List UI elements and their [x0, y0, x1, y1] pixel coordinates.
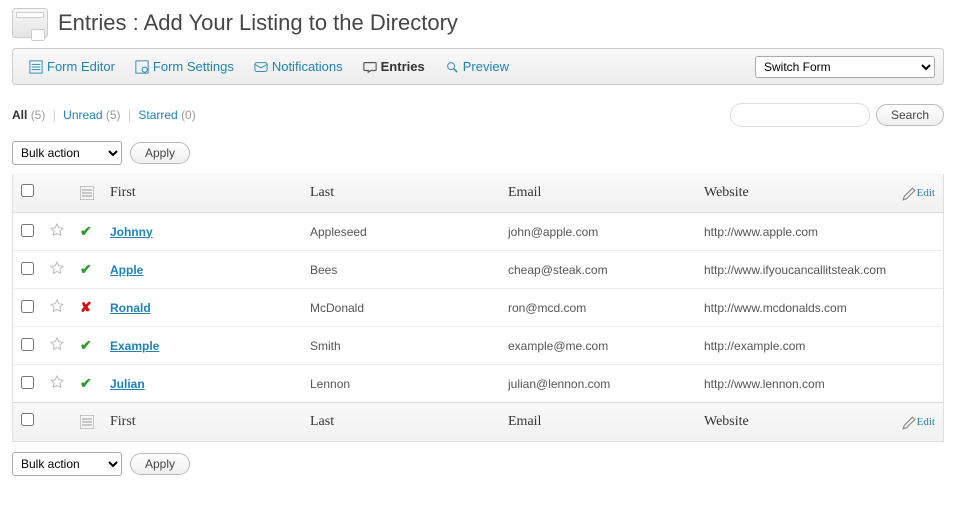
- toolbar-label: Form Editor: [47, 59, 115, 74]
- entry-first-link[interactable]: Ronald: [110, 301, 151, 315]
- toolbar-entries[interactable]: Entries: [355, 55, 433, 78]
- table-row: ✔ Apple Beescheap@steak.comhttp://www.ifyo…: [13, 251, 944, 289]
- preview-icon: [445, 60, 459, 74]
- col-footer-website: Website: [696, 403, 894, 442]
- entry-last: Bees: [302, 251, 500, 289]
- star-icon[interactable]: [50, 375, 64, 389]
- col-header-last[interactable]: Last: [302, 174, 500, 213]
- check-icon: ✔: [80, 261, 92, 277]
- check-icon: ✔: [80, 223, 92, 239]
- edit-columns-link-bottom[interactable]: Edit: [902, 416, 936, 428]
- pencil-icon: [902, 187, 914, 199]
- entry-first-link[interactable]: Apple: [110, 263, 143, 277]
- search-input[interactable]: [730, 103, 870, 127]
- toolbar: Form Editor Form Settings Notifications …: [12, 48, 944, 85]
- apply-button-bottom[interactable]: Apply: [130, 453, 190, 475]
- entry-first-link[interactable]: Example: [110, 339, 159, 353]
- col-footer-last: Last: [302, 403, 500, 442]
- row-checkbox[interactable]: [21, 376, 34, 389]
- check-icon: ✔: [80, 337, 92, 353]
- row-checkbox[interactable]: [21, 224, 34, 237]
- star-icon[interactable]: [50, 337, 64, 351]
- table-row: ✔ Julian Lennonjulian@lennon.comhttp://www…: [13, 365, 944, 403]
- toolbar-form-settings[interactable]: Form Settings: [127, 55, 242, 78]
- apply-button-top[interactable]: Apply: [130, 142, 190, 164]
- col-footer-email: Email: [500, 403, 696, 442]
- notifications-icon: [254, 60, 268, 74]
- entry-website: http://www.apple.com: [696, 213, 944, 251]
- entry-last: Smith: [302, 327, 500, 365]
- entry-email: julian@lennon.com: [500, 365, 696, 403]
- list-icon: [80, 415, 94, 429]
- col-footer-first: First: [102, 403, 302, 442]
- entry-last: Appleseed: [302, 213, 500, 251]
- entries-table: First Last Email Website Edit ✔ Johnny App…: [12, 173, 944, 442]
- row-checkbox[interactable]: [21, 300, 34, 313]
- filter-links: All (5) | Unread (5) | Starred (0): [12, 108, 196, 122]
- col-header-website[interactable]: Website: [696, 174, 894, 213]
- pencil-icon: [902, 416, 914, 428]
- list-icon: [80, 186, 94, 200]
- entry-email: example@me.com: [500, 327, 696, 365]
- entry-website: http://www.ifyoucancallitsteak.com: [696, 251, 944, 289]
- toolbar-form-editor[interactable]: Form Editor: [21, 55, 123, 78]
- entries-icon: [363, 60, 377, 74]
- form-editor-icon: [29, 60, 43, 74]
- entry-email: cheap@steak.com: [500, 251, 696, 289]
- form-icon: [12, 8, 48, 38]
- entry-email: ron@mcd.com: [500, 289, 696, 327]
- table-row: ✔ Example Smithexample@me.comhttp://exampl…: [13, 327, 944, 365]
- table-row: ✔ Johnny Appleseedjohn@apple.comhttp://www…: [13, 213, 944, 251]
- toolbar-label: Notifications: [272, 59, 343, 74]
- form-settings-icon: [135, 60, 149, 74]
- entry-email: john@apple.com: [500, 213, 696, 251]
- x-icon: ✘: [80, 299, 92, 315]
- row-checkbox[interactable]: [21, 262, 34, 275]
- entry-website: http://example.com: [696, 327, 944, 365]
- edit-columns-link-top[interactable]: Edit: [902, 187, 936, 199]
- toolbar-label: Preview: [463, 59, 509, 74]
- entry-first-link[interactable]: Johnny: [110, 225, 153, 239]
- switch-form-select[interactable]: Switch Form: [755, 56, 935, 78]
- star-icon[interactable]: [50, 223, 64, 237]
- filter-starred[interactable]: Starred: [138, 108, 177, 122]
- star-icon[interactable]: [50, 261, 64, 275]
- filter-unread[interactable]: Unread: [63, 108, 102, 122]
- toolbar-label: Entries: [381, 59, 425, 74]
- select-all-checkbox-bottom[interactable]: [21, 413, 34, 426]
- star-icon[interactable]: [50, 299, 64, 313]
- filter-all[interactable]: All: [12, 108, 27, 122]
- entry-last: McDonald: [302, 289, 500, 327]
- select-all-checkbox-top[interactable]: [21, 184, 34, 197]
- table-row: ✘ Ronald McDonaldron@mcd.comhttp://www.mcd…: [13, 289, 944, 327]
- entry-website: http://www.lennon.com: [696, 365, 944, 403]
- check-icon: ✔: [80, 375, 92, 391]
- bulk-action-select-bottom[interactable]: Bulk action: [12, 452, 122, 476]
- entry-first-link[interactable]: Julian: [110, 377, 145, 391]
- entry-last: Lennon: [302, 365, 500, 403]
- row-checkbox[interactable]: [21, 338, 34, 351]
- entry-website: http://www.mcdonalds.com: [696, 289, 944, 327]
- col-header-first[interactable]: First: [102, 174, 302, 213]
- bulk-action-select-top[interactable]: Bulk action: [12, 141, 122, 165]
- page-title: Entries : Add Your Listing to the Direct…: [58, 10, 458, 36]
- col-header-email[interactable]: Email: [500, 174, 696, 213]
- toolbar-label: Form Settings: [153, 59, 234, 74]
- toolbar-notifications[interactable]: Notifications: [246, 55, 351, 78]
- toolbar-preview[interactable]: Preview: [437, 55, 517, 78]
- search-button[interactable]: Search: [876, 104, 944, 126]
